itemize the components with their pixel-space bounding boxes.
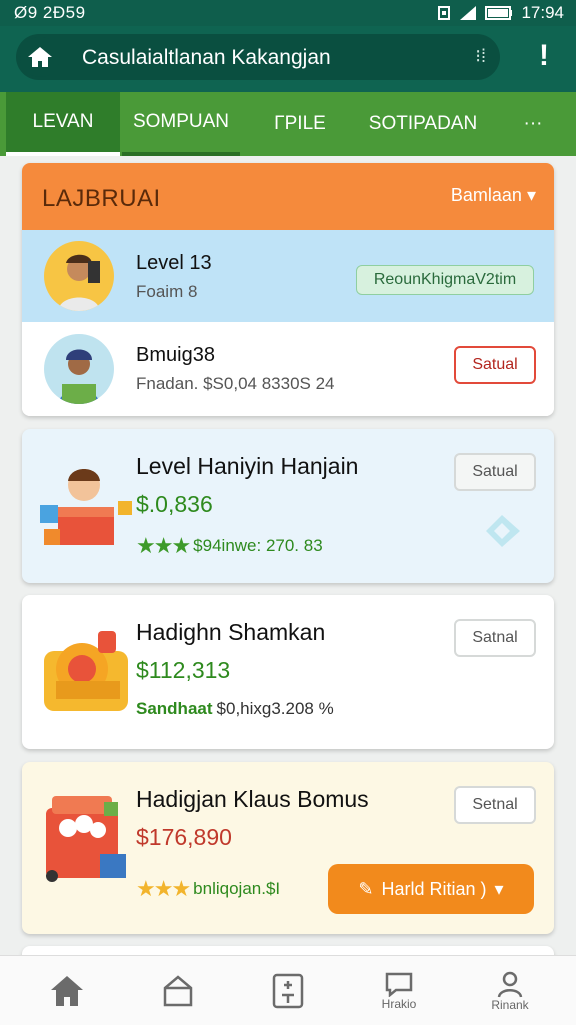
tab-more[interactable]: ··· bbox=[500, 92, 566, 156]
status-badge[interactable]: ReounKhigmaV2tim bbox=[356, 265, 534, 295]
leaderboard-card: LAJBRUAI Bamlaan ▾ Level 13 Foaim 8 Reou… bbox=[22, 163, 554, 416]
list-item[interactable]: Level 13 Foaim 8 ReounKhigmaV2tim bbox=[22, 230, 554, 322]
bottom-nav: Hrakio Rinank bbox=[0, 955, 576, 1025]
chat-icon bbox=[385, 972, 413, 997]
row-title: Bmuig38 bbox=[136, 344, 215, 366]
nav-label: Hrakio bbox=[381, 996, 417, 1011]
offer-title: Level Haniyin Hanjain bbox=[136, 453, 359, 479]
offer-title: Hadigjan Klaus Bomus bbox=[136, 786, 369, 812]
offer-price: $.0,836 bbox=[136, 491, 213, 517]
status-bar: Ø9 2Ð59 17:94 bbox=[0, 0, 576, 26]
status-badge[interactable]: Satual bbox=[454, 346, 536, 384]
profile-icon bbox=[497, 971, 523, 997]
status-badge[interactable]: Satual bbox=[454, 453, 536, 491]
avatar bbox=[44, 334, 114, 404]
nav-home[interactable] bbox=[22, 956, 112, 1025]
nav-calculator[interactable] bbox=[243, 956, 333, 1025]
url-bar[interactable]: Casulaialtlanan Kakangjan ⁝⁞ bbox=[16, 34, 500, 80]
offer-card[interactable]: Hadigjan Klaus Bomus $176,890 ★★★ bnliqo… bbox=[22, 762, 554, 934]
leaderboard-title: LAJBRUAI bbox=[42, 185, 161, 212]
offer-card[interactable]: Hadighn Shamkan $112,313 Sandhaat $0,hix… bbox=[22, 595, 554, 749]
offer-price: $176,890 bbox=[136, 824, 232, 850]
scan-icon[interactable]: ⁝⁞ bbox=[475, 46, 486, 67]
more-button[interactable]: ! bbox=[532, 40, 556, 78]
nav-label: Rinank bbox=[491, 997, 529, 1012]
signal-icon bbox=[460, 6, 477, 20]
dropdown-label: Bamlaan bbox=[450, 185, 522, 205]
status-badge[interactable]: Satnal bbox=[454, 619, 536, 657]
row-subtitle: Foaim 8 bbox=[136, 282, 198, 301]
row-subtitle: Fnadan. $S0,04 8330S 24 bbox=[136, 374, 335, 393]
avatar bbox=[44, 241, 114, 311]
chevron-down-icon: ▾ bbox=[526, 185, 536, 205]
star-rating-icon: ★★★ bbox=[136, 533, 191, 558]
nav-chat[interactable]: Hrakio bbox=[354, 956, 444, 1025]
claim-button-label: Harld Ritian ) bbox=[381, 878, 487, 899]
list-item[interactable]: Bmuig38 Fnadan. $S0,04 8330S 24 Satual bbox=[22, 322, 554, 416]
offer-card[interactable]: Level Haniyin Hanjain $.0,836 ★★★ $94inw… bbox=[22, 429, 554, 583]
offer-price: $112,313 bbox=[136, 657, 231, 683]
offer-meta: bnliqojan.$I bbox=[193, 879, 281, 898]
tab-levan[interactable]: LEVAN bbox=[6, 92, 120, 156]
chevron-right-icon bbox=[486, 515, 520, 547]
star-rating-icon: ★★★ bbox=[136, 876, 191, 901]
home-icon bbox=[51, 975, 83, 1006]
nav-profile[interactable]: Rinank bbox=[465, 956, 555, 1025]
offer-meta: $94inwe: 270. 83 bbox=[193, 536, 323, 555]
offer-title: Hadighn Shamkan bbox=[136, 619, 326, 645]
offer-meta-label: Sandhaat bbox=[136, 699, 213, 718]
nav-box[interactable] bbox=[133, 956, 223, 1025]
home-button[interactable] bbox=[20, 37, 60, 77]
home-icon bbox=[28, 47, 52, 67]
box-icon bbox=[163, 974, 193, 1006]
leaderboard-header: LAJBRUAI Bamlaan ▾ bbox=[22, 163, 554, 230]
status-time: 17:94 bbox=[521, 3, 564, 22]
status-left-text: Ø9 2Ð59 bbox=[14, 3, 86, 22]
tab-sompuan[interactable]: SOMPUAN bbox=[122, 92, 240, 156]
calculator-icon bbox=[272, 973, 304, 1008]
url-text: Casulaialtlanan Kakangjan bbox=[82, 46, 331, 69]
tab-bar: LEVAN SOMPUAN ΓΡΙLΕ SOTIPADAN ··· bbox=[0, 92, 576, 156]
alarm-icon bbox=[438, 6, 451, 20]
battery-icon bbox=[485, 6, 513, 20]
app-bar: Casulaialtlanan Kakangjan ⁝⁞ ! bbox=[0, 26, 576, 92]
tab-sotipadan[interactable]: SOTIPADAN bbox=[356, 92, 490, 156]
gift-bag-icon bbox=[46, 796, 126, 882]
tab-ppile[interactable]: ΓΡΙLΕ bbox=[250, 92, 350, 156]
kid-toy-box-icon bbox=[40, 469, 132, 545]
offer-meta: $0,hixg3.208 % bbox=[216, 699, 334, 718]
edit-icon: ✎ bbox=[358, 878, 374, 899]
row-title: Level 13 bbox=[136, 252, 212, 274]
slot-machine-icon bbox=[44, 631, 128, 711]
claim-button[interactable]: ✎ Harld Ritian ) ▾ bbox=[328, 864, 534, 914]
chevron-down-icon: ▾ bbox=[494, 878, 504, 899]
leaderboard-dropdown[interactable]: Bamlaan ▾ bbox=[451, 185, 536, 206]
status-badge[interactable]: Setnal bbox=[454, 786, 536, 824]
